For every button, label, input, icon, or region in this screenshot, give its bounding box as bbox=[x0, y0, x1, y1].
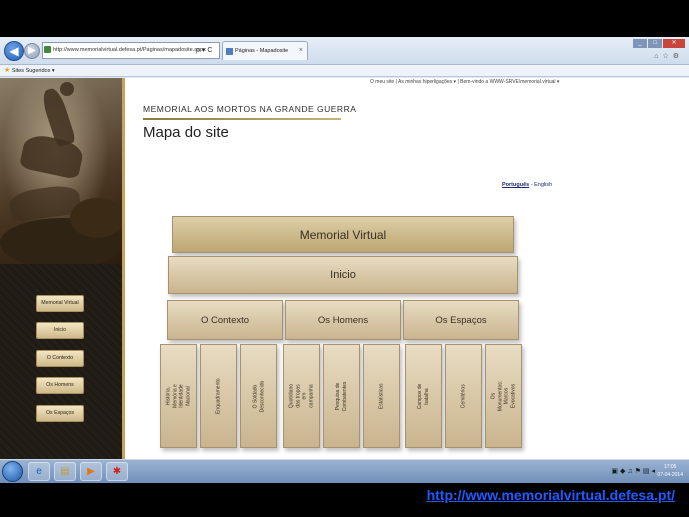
favorites-star-icon[interactable]: ★ bbox=[4, 67, 10, 74]
sitemap-monumentos[interactable]: Os Monumentos: Marcos Evocativos bbox=[485, 344, 522, 448]
sidebar-item-os-homens[interactable]: Os Homens bbox=[36, 377, 84, 394]
taskbar: e ▤ ▶ ✱ ▣◆♫⚑▤◂ 17:05 07-04-2014 bbox=[0, 459, 689, 483]
suggested-sites-link[interactable]: Sites Sugeridos ▾ bbox=[12, 68, 55, 74]
page-title: Mapa do site bbox=[143, 124, 229, 141]
sitemap-pesquisa-combatentes[interactable]: Pesquisa de Combatentes bbox=[323, 344, 360, 448]
sidebar-item-memorial-virtual[interactable]: Memorial Virtual bbox=[36, 295, 84, 312]
favorites-bar: ★ Sites Sugeridos ▾ bbox=[0, 65, 689, 77]
screen: ◀ ▶ http://www.memorialvirtual.defesa.pt… bbox=[0, 37, 689, 483]
minimize-button[interactable]: _ bbox=[633, 39, 647, 48]
sitemap-enquadramento-label: Enquadramento bbox=[215, 378, 222, 414]
clock-date: 07-04-2014 bbox=[657, 472, 683, 478]
start-button[interactable] bbox=[2, 461, 23, 482]
sitemap-historia-memoria-label: História, Memória e Identidade Nacional bbox=[165, 384, 192, 408]
sitemap-monumentos-label: Os Monumentos: Marcos Evocativos bbox=[490, 380, 517, 412]
sitemap-soldado-desconhecido[interactable]: O Soldado Desconhecido bbox=[240, 344, 277, 448]
sidebar-item-inicio[interactable]: Inicio bbox=[36, 322, 84, 339]
page-icon bbox=[44, 46, 51, 53]
maximize-button[interactable]: □ bbox=[648, 39, 662, 48]
sidebar-item-os-espacos[interactable]: Os Espaços bbox=[36, 405, 84, 422]
sidebar-divider bbox=[122, 78, 125, 459]
caption-url[interactable]: http://www.memorialvirtual.defesa.pt/ bbox=[427, 487, 675, 503]
language-en-link[interactable]: English bbox=[534, 182, 552, 188]
close-window-button[interactable]: ✕ bbox=[663, 39, 685, 48]
sidebar-item-o-contexto[interactable]: O Contexto bbox=[36, 350, 84, 367]
sitemap-pesquisa-combatentes-label: Pesquisa de Combatentes bbox=[335, 381, 348, 411]
sitemap-os-homens[interactable]: Os Homens bbox=[285, 300, 401, 340]
sitemap-os-espacos[interactable]: Os Espaços bbox=[403, 300, 519, 340]
top-user-links[interactable]: O meu site | As minhas hiperligações ▾ |… bbox=[370, 79, 559, 85]
tab-icon bbox=[226, 48, 233, 55]
address-tools[interactable]: ρ ▾ C bbox=[196, 42, 212, 59]
address-text: http://www.memorialvirtual.defesa.pt/Pag… bbox=[53, 47, 206, 53]
address-bar[interactable]: http://www.memorialvirtual.defesa.pt/Pag… bbox=[42, 42, 220, 59]
clock-time: 17:05 bbox=[663, 464, 677, 470]
sitemap-historia-memoria[interactable]: História, Memória e Identidade Nacional bbox=[160, 344, 197, 448]
folder-icon[interactable]: ▤ bbox=[54, 462, 76, 481]
ie-icon[interactable]: e bbox=[28, 462, 50, 481]
sitemap-inicio[interactable]: Inicio bbox=[168, 256, 518, 294]
sidebar-nav-area: Memorial Virtual Inicio O Contexto Os Ho… bbox=[0, 264, 124, 459]
sitemap-cemiterios[interactable]: Cemitérios bbox=[445, 344, 482, 448]
tab-mapadosite[interactable]: Páginas - Mapadosite × bbox=[222, 41, 308, 60]
page-content: Memorial Virtual Inicio O Contexto Os Ho… bbox=[0, 78, 689, 459]
soldiers-artwork bbox=[0, 78, 124, 268]
sitemap-cemiterios-label: Cemitérios bbox=[460, 384, 467, 408]
close-tab-icon[interactable]: × bbox=[299, 42, 303, 60]
sitemap-quotidiano[interactable]: Quotidiano das tropas em campanha bbox=[283, 344, 320, 448]
browser-tools-icons[interactable]: ⌂☆⚙ bbox=[654, 52, 683, 60]
window-controls: _ □ ✕ bbox=[633, 39, 685, 48]
sitemap-enquadramento[interactable]: Enquadramento bbox=[200, 344, 237, 448]
header-divider bbox=[143, 118, 341, 120]
sidebar: Memorial Virtual Inicio O Contexto Os Ho… bbox=[0, 78, 125, 459]
media-player-icon[interactable]: ▶ bbox=[80, 462, 102, 481]
browser-toolbar: ◀ ▶ http://www.memorialvirtual.defesa.pt… bbox=[0, 37, 689, 65]
sitemap-soldado-desconhecido-label: O Soldado Desconhecido bbox=[252, 380, 265, 412]
sitemap-campos-batalha-label: Campos de batalha bbox=[417, 383, 430, 409]
tab-title: Páginas - Mapadosite bbox=[235, 48, 289, 54]
language-switcher: Português - English bbox=[502, 182, 552, 188]
clock[interactable]: 17:05 07-04-2014 bbox=[657, 463, 683, 479]
sitemap-memorial-virtual[interactable]: Memorial Virtual bbox=[172, 216, 514, 253]
system-tray-icons[interactable]: ▣◆♫⚑▤◂ bbox=[611, 467, 657, 475]
sitemap-quotidiano-label: Quotidiano das tropas em campanha bbox=[288, 383, 315, 409]
sitemap-estatisticas-label: Estatísticas bbox=[378, 383, 385, 409]
language-pt-link[interactable]: Português bbox=[502, 182, 529, 188]
forward-button[interactable]: ▶ bbox=[24, 43, 40, 59]
sitemap-estatisticas[interactable]: Estatísticas bbox=[363, 344, 400, 448]
sitemap-o-contexto[interactable]: O Contexto bbox=[167, 300, 283, 340]
site-name: MEMORIAL AOS MORTOS NA GRANDE GUERRA bbox=[143, 104, 357, 114]
sitemap-campos-batalha[interactable]: Campos de batalha bbox=[405, 344, 442, 448]
back-button[interactable]: ◀ bbox=[4, 41, 24, 61]
app-icon[interactable]: ✱ bbox=[106, 462, 128, 481]
